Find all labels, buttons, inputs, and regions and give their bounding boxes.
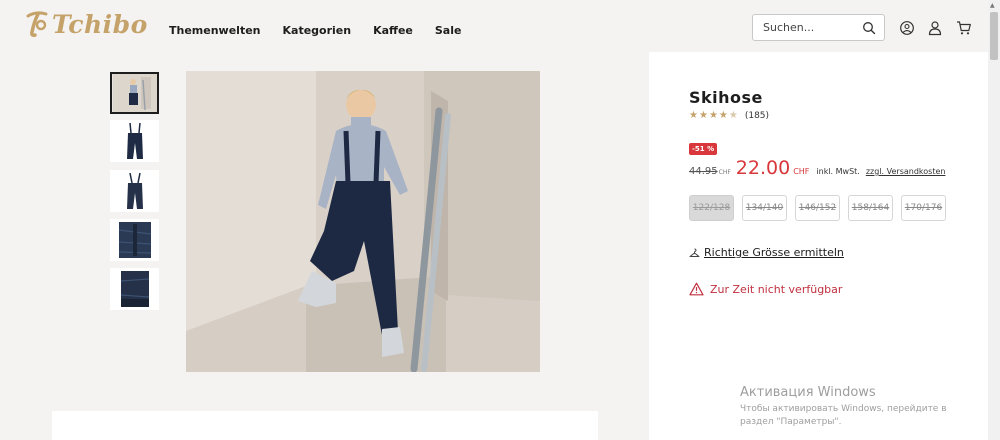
thumbnail-5[interactable] xyxy=(110,268,159,310)
size-selector: 122/128 134/140 146/152 158/164 170/176 xyxy=(689,195,946,221)
availability-text: Zur Zeit nicht verfügbar xyxy=(710,282,843,296)
windows-activation-title: Активация Windows xyxy=(740,385,876,400)
main-nav: Themenwelten Kategorien Kaffee Sale xyxy=(169,24,483,37)
product-title: Skihose xyxy=(689,88,763,107)
current-price: 22.00 xyxy=(735,157,791,179)
nav-item-kategorien[interactable]: Kategorien xyxy=(283,24,352,37)
thumbnail-image-leg-detail xyxy=(120,271,149,307)
cart-icon[interactable] xyxy=(956,20,972,36)
windows-activation-subtitle: Чтобы активировать Windows, перейдите в … xyxy=(740,404,947,427)
search-box xyxy=(752,14,885,41)
star-half-icon: ★ xyxy=(728,110,738,121)
search-input[interactable] xyxy=(763,21,858,34)
search-icon[interactable] xyxy=(862,21,876,35)
logo-mark-icon xyxy=(26,11,48,37)
thumbnail-2[interactable] xyxy=(110,120,159,162)
size-finder[interactable]: Richtige Grösse ermitteln xyxy=(689,246,844,259)
site-header: Tchibo Themenwelten Kategorien Kaffee Sa… xyxy=(0,0,988,52)
size-option-158-164[interactable]: 158/164 xyxy=(848,195,893,221)
page-scrollbar[interactable]: ▲ xyxy=(988,0,1000,440)
size-option-122-128[interactable]: 122/128 xyxy=(689,195,734,221)
vat-note: inkl. MwSt. xyxy=(816,167,860,176)
scroll-thumb[interactable] xyxy=(990,12,998,60)
size-option-170-176[interactable]: 170/176 xyxy=(901,195,946,221)
hanger-icon xyxy=(689,248,700,257)
old-price: 44.95 xyxy=(689,166,718,177)
price-currency: CHF xyxy=(793,167,810,176)
thumbnail-image-kid-skiing xyxy=(112,74,157,112)
main-product-image[interactable] xyxy=(186,71,540,372)
shipping-costs-link[interactable]: zzgl. Versandkosten xyxy=(866,167,946,176)
price-row: 44.95 CHF 22.00 CHF inkl. MwSt. zzgl. Ve… xyxy=(689,157,945,179)
old-price-currency: CHF xyxy=(718,169,731,176)
star-full-icon: ★ xyxy=(708,110,718,121)
size-option-146-152[interactable]: 146/152 xyxy=(795,195,840,221)
rating-count[interactable]: (185) xyxy=(745,111,769,121)
size-finder-link[interactable]: Richtige Grösse ermitteln xyxy=(704,246,844,259)
logo-text: Tchibo xyxy=(52,9,148,39)
nav-item-sale[interactable]: Sale xyxy=(435,24,462,37)
nav-item-themenwelten[interactable]: Themenwelten xyxy=(169,24,261,37)
content-card xyxy=(52,411,598,440)
service-icon[interactable] xyxy=(899,20,915,36)
scroll-up-icon[interactable]: ▲ xyxy=(990,2,995,9)
tchibo-logo[interactable]: Tchibo xyxy=(24,4,148,44)
star-full-icon: ★ xyxy=(689,110,698,121)
thumbnail-3[interactable] xyxy=(110,170,159,212)
thumbnail-4[interactable] xyxy=(110,219,159,261)
thumbnail-image-pants-back xyxy=(126,172,143,209)
thumbnail-image-pants-front xyxy=(126,122,143,159)
account-icon[interactable] xyxy=(927,20,943,36)
nav-item-kaffee[interactable]: Kaffee xyxy=(373,24,413,37)
thumbnail-1[interactable] xyxy=(110,72,159,114)
star-full-icon: ★ xyxy=(698,110,708,121)
rating[interactable]: ★ ★ ★ ★ ★ (185) xyxy=(689,110,769,122)
discount-badge: -51 % xyxy=(689,143,718,155)
availability-status: Zur Zeit nicht verfügbar xyxy=(689,282,842,296)
size-option-134-140[interactable]: 134/140 xyxy=(742,195,787,221)
product-photo-kid-with-skis xyxy=(186,71,540,372)
star-full-icon: ★ xyxy=(718,110,728,121)
thumbnail-image-fabric-detail xyxy=(118,222,151,258)
warning-icon xyxy=(689,282,704,296)
